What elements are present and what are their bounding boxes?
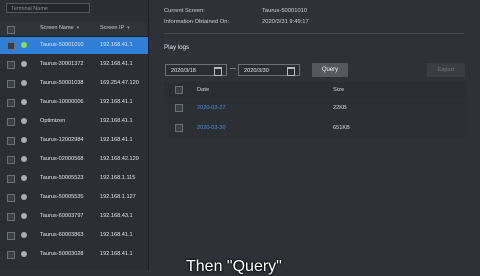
- select-all-checkbox[interactable]: [7, 26, 15, 34]
- sort-icon: ▾: [76, 25, 80, 31]
- screen-name: Taurus-12002984: [40, 137, 84, 143]
- screen-checkbox[interactable]: [7, 99, 15, 107]
- current-screen-value: Taurus-50001010: [262, 8, 308, 14]
- screen-ip: 192.168.41.1: [100, 251, 133, 257]
- screen-checkbox[interactable]: [7, 175, 15, 183]
- screen-ip: 192.168.41.1: [100, 137, 133, 143]
- divider: [164, 33, 464, 34]
- screen-name: Taurus-60003797: [40, 213, 84, 219]
- play-logs-table-header: Date Size: [164, 82, 466, 98]
- screen-name: Taurus-60003863: [40, 232, 84, 238]
- screen-ip: 192.168.43.1: [100, 213, 133, 219]
- status-icon: [21, 118, 27, 124]
- play-log-row[interactable]: 2020-03-27 22KB: [164, 98, 466, 118]
- screen-name: Taurus-50003028: [40, 251, 84, 257]
- screen-ip: 192.168.1.115: [100, 175, 136, 181]
- screen-ip: 192.168.41.1: [100, 42, 133, 48]
- screen-ip: 192.168.41.1: [100, 99, 133, 105]
- screen-ip-column-header[interactable]: Screen IP ▾: [100, 25, 130, 31]
- screen-list-panel: Terminal Name Screen Name ▾ Screen IP ▾ Ta…: [0, 0, 149, 270]
- screen-ip: 192.168.1.127: [100, 194, 136, 200]
- screen-checkbox[interactable]: [7, 137, 15, 145]
- info-obtained-label: Information Obtained On:: [164, 19, 230, 25]
- screen-list-item[interactable]: Taurus-50003028 192.168.41.1: [0, 246, 148, 263]
- status-icon: [21, 156, 27, 162]
- status-icon: [21, 213, 27, 219]
- screen-checkbox[interactable]: [7, 251, 15, 259]
- screen-ip-header-label: Screen IP: [100, 25, 125, 31]
- log-checkbox[interactable]: [175, 124, 183, 132]
- screen-list-item[interactable]: Taurus-50001038 169.254.47.120: [0, 75, 148, 92]
- log-size: 22KB: [333, 105, 347, 111]
- status-icon: [21, 137, 27, 143]
- screen-list-item[interactable]: Taurus-10000006 192.168.41.1: [0, 94, 148, 111]
- screen-ip: 192.168.41.1: [100, 232, 133, 238]
- end-date-picker[interactable]: 2020/3/30: [238, 64, 300, 76]
- screen-ip: 192.168.41.1: [100, 61, 133, 67]
- screen-list-item[interactable]: Taurus-02000568 192.168.42.129: [0, 151, 148, 168]
- query-button[interactable]: Query: [312, 63, 348, 77]
- status-icon: [21, 80, 27, 86]
- screen-name: Taurus-50001038: [40, 80, 84, 86]
- screen-list-item[interactable]: Taurus-60003797 192.168.43.1: [0, 208, 148, 225]
- screen-name: Taurus-10000006: [40, 99, 84, 105]
- screen-list-item[interactable]: Taurus-30001372 192.168.41.1: [0, 56, 148, 73]
- screen-name: Optimizen: [40, 118, 66, 124]
- calendar-icon[interactable]: [287, 67, 295, 76]
- screen-checkbox[interactable]: [7, 80, 15, 88]
- screen-list-item[interactable]: Taurus-50005523 192.168.1.115: [0, 170, 148, 187]
- log-date-link[interactable]: 2020-03-30: [197, 125, 226, 131]
- screen-checkbox[interactable]: [7, 61, 15, 69]
- export-button[interactable]: Export: [427, 63, 465, 77]
- screen-checkbox[interactable]: [7, 42, 15, 50]
- screen-checkbox[interactable]: [7, 156, 15, 164]
- screen-name: Taurus-50001010: [40, 42, 84, 48]
- status-icon: [21, 175, 27, 181]
- screen-checkbox[interactable]: [7, 232, 15, 240]
- select-all-logs-checkbox[interactable]: [175, 86, 183, 94]
- screen-ip: 192.168.41.1: [100, 118, 133, 124]
- play-logs-title: Play logs: [164, 44, 190, 51]
- screen-ip: 169.254.47.120: [100, 80, 139, 86]
- screen-list-item[interactable]: Taurus-50001010 192.168.41.1: [0, 37, 148, 54]
- info-obtained-value: 2020/3/31 9:49:17: [262, 19, 309, 25]
- terminal-name-search-input[interactable]: Terminal Name: [6, 3, 90, 13]
- screen-list-item[interactable]: Optimizen 192.168.41.1: [0, 113, 148, 130]
- start-date-picker[interactable]: 2020/3/18: [165, 64, 227, 76]
- screen-list-item[interactable]: Taurus-12002984 192.168.41.1: [0, 132, 148, 149]
- status-icon: [21, 61, 27, 67]
- status-icon: [21, 251, 27, 257]
- sort-icon: ▾: [127, 25, 130, 31]
- screen-name: Taurus-50005523: [40, 175, 84, 181]
- screen-name: Taurus-50005535: [40, 194, 84, 200]
- status-icon: [21, 194, 27, 200]
- current-screen-label: Current Screen:: [164, 8, 205, 14]
- status-icon: [21, 99, 27, 105]
- screen-list-item[interactable]: Taurus-50005535 192.168.1.127: [0, 189, 148, 206]
- status-icon: [21, 42, 27, 48]
- size-column-header: Size: [333, 87, 345, 93]
- date-column-header: Date: [197, 87, 210, 93]
- screen-ip: 192.168.42.129: [100, 156, 139, 162]
- screen-name: Taurus-30001372: [40, 61, 84, 67]
- screen-name-header-label: Screen Name: [40, 25, 74, 31]
- screen-name: Taurus-02000568: [40, 156, 84, 162]
- start-date-value: 2020/3/18: [171, 67, 196, 74]
- date-range-separator: —: [230, 66, 236, 72]
- screen-checkbox[interactable]: [7, 194, 15, 202]
- log-date-link[interactable]: 2020-03-27: [197, 105, 226, 111]
- screen-checkbox[interactable]: [7, 213, 15, 221]
- log-checkbox[interactable]: [175, 104, 183, 112]
- status-icon: [21, 232, 27, 238]
- screen-name-column-header[interactable]: Screen Name ▾: [40, 25, 79, 31]
- screen-list-header: Screen Name ▾ Screen IP ▾: [0, 22, 148, 37]
- play-log-row[interactable]: 2020-03-30 651KB: [164, 118, 466, 138]
- screen-checkbox[interactable]: [7, 118, 15, 126]
- video-caption: Then "Query": [186, 258, 282, 275]
- calendar-icon[interactable]: [214, 67, 222, 76]
- end-date-value: 2020/3/30: [244, 67, 269, 74]
- log-size: 651KB: [333, 125, 350, 131]
- screen-list-item[interactable]: Taurus-60003863 192.168.41.1: [0, 227, 148, 244]
